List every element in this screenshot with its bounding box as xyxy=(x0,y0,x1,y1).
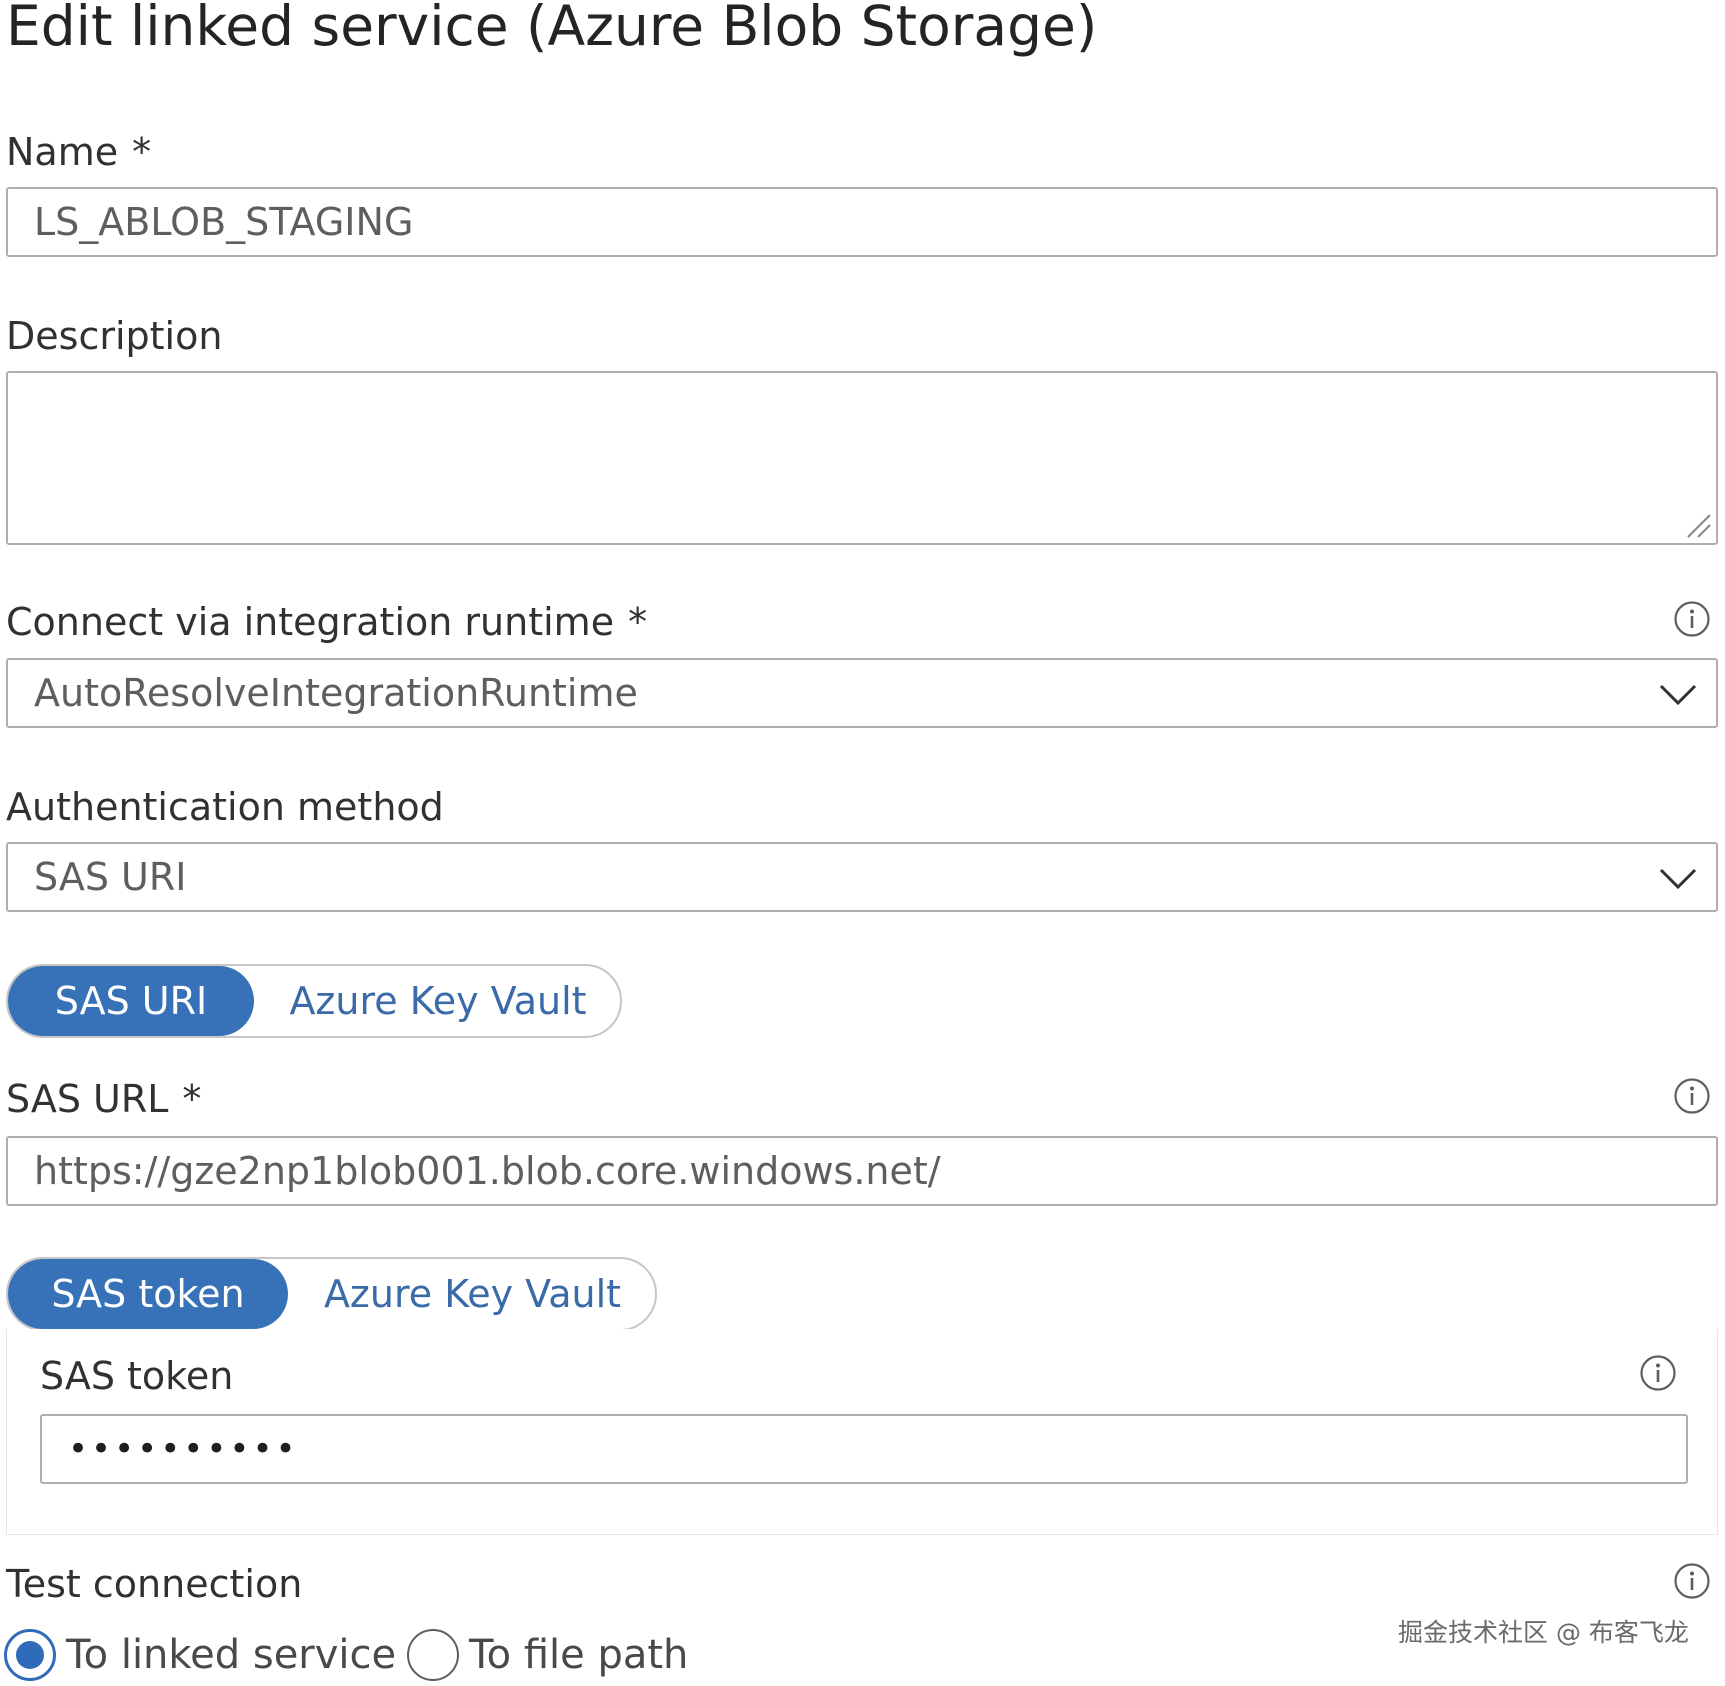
sas-token-input[interactable]: •••••••••• xyxy=(40,1414,1688,1484)
sas-url-label: SAS URL * xyxy=(6,1077,202,1121)
description-textarea[interactable] xyxy=(6,371,1718,545)
radio-label: To file path xyxy=(469,1632,689,1678)
authentication-method-select[interactable]: SAS URI xyxy=(6,842,1718,912)
integration-runtime-label: Connect via integration runtime * xyxy=(6,600,648,644)
sas-token-label: SAS token xyxy=(40,1354,234,1398)
page-title: Edit linked service (Azure Blob Storage) xyxy=(6,0,1098,58)
radio-to-file-path[interactable]: To file path xyxy=(407,1624,688,1686)
radio-button[interactable] xyxy=(407,1629,459,1681)
resize-grip-icon[interactable] xyxy=(1684,511,1712,539)
description-label: Description xyxy=(6,314,223,358)
authentication-method-label: Authentication method xyxy=(6,785,444,829)
tab-azure-key-vault[interactable]: Azure Key Vault xyxy=(288,1259,657,1329)
sas-url-value: https://gze2np1blob001.blob.core.windows… xyxy=(34,1149,941,1193)
sas-token-masked-value: •••••••••• xyxy=(68,1429,299,1469)
radio-label: To linked service xyxy=(66,1632,397,1678)
info-icon[interactable] xyxy=(1673,1562,1711,1600)
tab-sas-uri[interactable]: SAS URI xyxy=(8,966,254,1036)
authentication-method-value: SAS URI xyxy=(34,855,187,899)
name-input[interactable]: LS_ABLOB_STAGING xyxy=(6,187,1718,257)
token-source-toggle: SAS token Azure Key Vault xyxy=(6,1257,657,1331)
integration-runtime-value: AutoResolveIntegrationRuntime xyxy=(34,671,638,715)
radio-button-checked[interactable] xyxy=(4,1629,56,1681)
uri-source-toggle: SAS URI Azure Key Vault xyxy=(6,964,622,1038)
radio-to-linked-service[interactable]: To linked service xyxy=(4,1624,396,1686)
info-icon[interactable] xyxy=(1639,1354,1677,1392)
required-mark: * xyxy=(628,600,648,644)
watermark: 掘金技术社区 @ 布客飞龙 xyxy=(1398,1618,1689,1647)
integration-runtime-select[interactable]: AutoResolveIntegrationRuntime xyxy=(6,658,1718,728)
info-icon[interactable] xyxy=(1673,600,1711,638)
test-connection-label: Test connection xyxy=(6,1562,303,1606)
required-mark: * xyxy=(182,1077,202,1121)
sas-url-input[interactable]: https://gze2np1blob001.blob.core.windows… xyxy=(6,1136,1718,1206)
info-icon[interactable] xyxy=(1673,1077,1711,1115)
tab-azure-key-vault[interactable]: Azure Key Vault xyxy=(254,966,622,1036)
required-mark: * xyxy=(132,130,152,174)
tab-sas-token[interactable]: SAS token xyxy=(8,1259,288,1329)
chevron-down-icon xyxy=(1659,684,1697,706)
name-input-value: LS_ABLOB_STAGING xyxy=(34,200,414,244)
chevron-down-icon xyxy=(1659,868,1697,890)
name-label: Name * xyxy=(6,130,152,174)
